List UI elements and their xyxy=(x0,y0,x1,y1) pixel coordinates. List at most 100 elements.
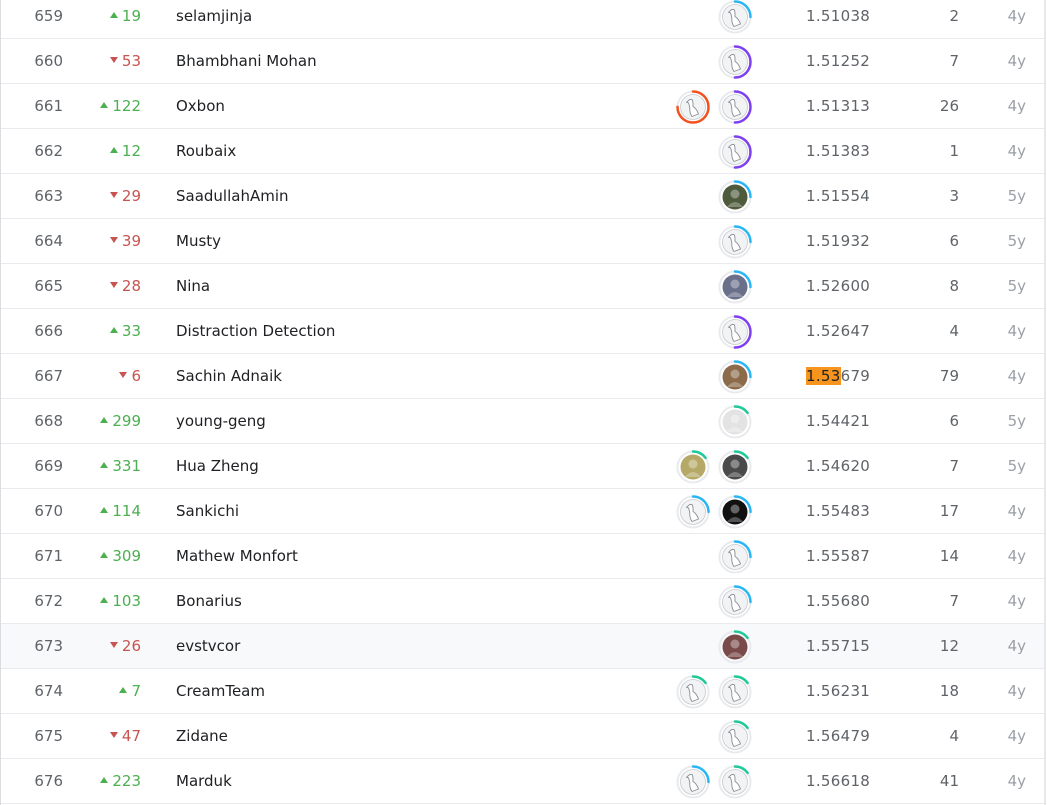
user-avatar[interactable] xyxy=(718,360,752,394)
user-avatar[interactable] xyxy=(718,405,752,439)
rank-cell: 668 xyxy=(34,412,63,430)
rank-change-value: 103 xyxy=(112,592,141,610)
table-row[interactable]: 666 33 Distraction Detection 1.52647 4 4y xyxy=(1,309,1044,354)
table-row[interactable]: 659 19 selamjinja 1.51038 2 4y xyxy=(1,0,1044,39)
table-row[interactable]: 661 122 Oxbon 1.51313 26 4y xyxy=(1,84,1044,129)
arrow-up-icon xyxy=(109,146,118,153)
user-avatar[interactable] xyxy=(676,450,710,484)
rank-change-value: 47 xyxy=(121,727,141,745)
user-avatar[interactable] xyxy=(718,630,752,664)
team-name-link[interactable]: Nina xyxy=(176,264,210,308)
score-highlight: 1.53 xyxy=(806,367,841,385)
team-name-link[interactable]: Bhambhani Mohan xyxy=(176,39,317,83)
user-avatar[interactable] xyxy=(718,495,752,529)
team-name-link[interactable]: Bonarius xyxy=(176,579,242,623)
score-cell: 1.51932 xyxy=(806,232,871,250)
table-row[interactable]: 665 28 Nina 1.52600 8 5y xyxy=(1,264,1044,309)
table-row[interactable]: 676 223 Marduk 1.56618 41 4y xyxy=(1,759,1044,804)
rank-change-value: 33 xyxy=(121,322,141,340)
team-name-link[interactable]: Distraction Detection xyxy=(176,309,335,353)
team-name-link[interactable]: evstvcor xyxy=(176,624,240,668)
user-avatar[interactable] xyxy=(676,675,710,709)
entries-cell: 17 xyxy=(939,502,959,520)
rank-cell: 675 xyxy=(34,727,63,745)
team-name-link[interactable]: Zidane xyxy=(176,714,228,758)
user-avatar[interactable] xyxy=(718,675,752,709)
table-row[interactable]: 662 12 Roubaix 1.51383 1 4y xyxy=(1,129,1044,174)
rank-change-value: 331 xyxy=(112,457,141,475)
entries-cell: 12 xyxy=(939,637,959,655)
team-name-link[interactable]: selamjinja xyxy=(176,0,252,38)
table-row[interactable]: 670 114 Sankichi 1.55483 17 4y xyxy=(1,489,1044,534)
arrow-up-icon xyxy=(109,11,118,18)
team-name-link[interactable]: Musty xyxy=(176,219,221,263)
rank-cell: 673 xyxy=(34,637,63,655)
entries-cell: 18 xyxy=(939,682,959,700)
user-avatar[interactable] xyxy=(718,540,752,574)
user-avatar[interactable] xyxy=(676,90,710,124)
table-row[interactable]: 672 103 Bonarius 1.55680 7 4y xyxy=(1,579,1044,624)
team-name-link[interactable]: Hua Zheng xyxy=(176,444,259,488)
rank-change-value: 39 xyxy=(121,232,141,250)
rank-change: 47 xyxy=(81,714,141,758)
user-avatar[interactable] xyxy=(718,585,752,619)
team-name-link[interactable]: Oxbon xyxy=(176,84,225,128)
rank-cell: 672 xyxy=(34,592,63,610)
table-row[interactable]: 675 47 Zidane 1.56479 4 4y xyxy=(1,714,1044,759)
user-avatar[interactable] xyxy=(676,765,710,799)
user-avatar[interactable] xyxy=(718,0,752,34)
user-avatar[interactable] xyxy=(718,315,752,349)
table-row[interactable]: 664 39 Musty 1.51932 6 5y xyxy=(1,219,1044,264)
table-row[interactable]: 667 6 Sachin Adnaik 1.53679 79 4y xyxy=(1,354,1044,399)
rank-change: 26 xyxy=(81,624,141,668)
team-name-link[interactable]: SaadullahAmin xyxy=(176,174,289,218)
score-cell: 1.51038 xyxy=(806,7,871,25)
table-row[interactable]: 663 29 SaadullahAmin 1.51554 3 5y xyxy=(1,174,1044,219)
rank-cell: 659 xyxy=(34,7,63,25)
arrow-down-icon xyxy=(119,371,128,378)
team-name-link[interactable]: Marduk xyxy=(176,759,232,803)
rank-change: 19 xyxy=(81,0,141,38)
entries-cell: 4 xyxy=(949,727,959,745)
user-avatar[interactable] xyxy=(718,45,752,79)
score-cell: 1.55715 xyxy=(806,637,871,655)
user-avatar[interactable] xyxy=(718,90,752,124)
user-avatar[interactable] xyxy=(676,495,710,529)
score-cell: 1.51554 xyxy=(806,187,871,205)
team-name-link[interactable]: Mathew Monfort xyxy=(176,534,298,578)
rank-cell: 670 xyxy=(34,502,63,520)
rank-change: 39 xyxy=(81,219,141,263)
rank-change-value: 29 xyxy=(121,187,141,205)
user-avatar[interactable] xyxy=(718,180,752,214)
rank-cell: 674 xyxy=(34,682,63,700)
score-cell: 1.53679 xyxy=(806,354,870,398)
team-name-link[interactable]: young-geng xyxy=(176,399,266,443)
arrow-up-icon xyxy=(109,326,118,333)
score-cell: 1.51252 xyxy=(806,52,871,70)
team-name-link[interactable]: Sachin Adnaik xyxy=(176,354,282,398)
last-submission-cell: 4y xyxy=(1007,322,1026,340)
score-cell: 1.52647 xyxy=(806,322,871,340)
team-name-link[interactable]: Roubaix xyxy=(176,129,236,173)
table-row[interactable]: 671 309 Mathew Monfort 1.55587 14 4y xyxy=(1,534,1044,579)
entries-cell: 6 xyxy=(949,232,959,250)
table-row[interactable]: 668 299 young-geng 1.54421 6 5y xyxy=(1,399,1044,444)
user-avatar[interactable] xyxy=(718,450,752,484)
team-name-link[interactable]: Sankichi xyxy=(176,489,239,533)
entries-cell: 79 xyxy=(939,367,959,385)
arrow-up-icon xyxy=(100,776,109,783)
arrow-down-icon xyxy=(109,281,118,288)
table-row[interactable]: 660 53 Bhambhani Mohan 1.51252 7 4y xyxy=(1,39,1044,84)
user-avatar[interactable] xyxy=(718,765,752,799)
last-submission-cell: 4y xyxy=(1007,727,1026,745)
table-row[interactable]: 673 26 evstvcor 1.55715 12 4y xyxy=(1,624,1044,669)
entries-cell: 26 xyxy=(939,97,959,115)
user-avatar[interactable] xyxy=(718,135,752,169)
user-avatar[interactable] xyxy=(718,270,752,304)
user-avatar[interactable] xyxy=(718,720,752,754)
user-avatar[interactable] xyxy=(718,225,752,259)
table-row[interactable]: 674 7 CreamTeam 1.56231 18 4y xyxy=(1,669,1044,714)
table-row[interactable]: 669 331 Hua Zheng 1.54620 7 5y xyxy=(1,444,1044,489)
team-name-link[interactable]: CreamTeam xyxy=(176,669,265,713)
last-submission-cell: 5y xyxy=(1007,277,1026,295)
